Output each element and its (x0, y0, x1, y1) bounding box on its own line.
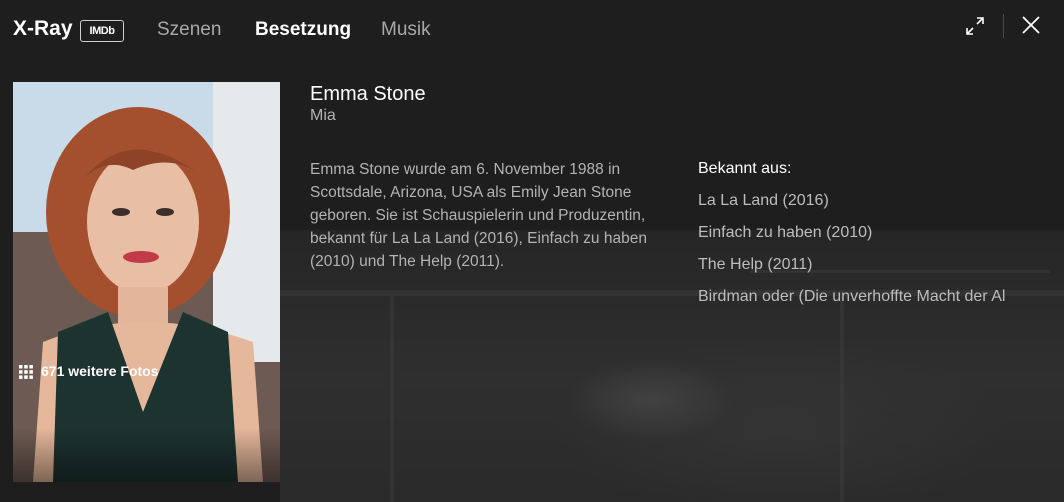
actor-role: Mia (310, 107, 336, 124)
close-icon[interactable] (1020, 14, 1042, 36)
xray-header: X-Ray IMDb Szenen Besetzung Musik (0, 0, 1064, 60)
known-for-title: Bekannt aus: (698, 160, 792, 177)
known-for-list: La La Land (2016) Einfach zu haben (2010… (698, 191, 1044, 319)
xray-title: X-Ray (13, 17, 73, 40)
more-photos-link[interactable]: 671 weitere Fotos (41, 363, 159, 379)
tab-music[interactable]: Musik (381, 19, 431, 41)
header-divider (1003, 14, 1004, 38)
actor-name: Emma Stone (310, 83, 426, 105)
expand-icon[interactable] (964, 15, 986, 37)
grid-icon (18, 364, 34, 380)
tab-cast[interactable]: Besetzung (255, 19, 351, 41)
known-for-item[interactable]: Birdman oder (Die unverhoffte Macht der … (698, 287, 1044, 319)
known-for-item[interactable]: La La Land (2016) (698, 191, 1044, 223)
known-for-item[interactable]: The Help (2011) (698, 255, 1044, 287)
tab-scenes[interactable]: Szenen (157, 19, 221, 41)
photo-footer (13, 428, 280, 482)
known-for-item[interactable]: Einfach zu haben (2010) (698, 223, 1044, 255)
actor-photo[interactable] (13, 82, 280, 482)
imdb-badge: IMDb (80, 20, 124, 42)
actor-bio: Emma Stone wurde am 6. November 1988 in … (310, 161, 647, 270)
